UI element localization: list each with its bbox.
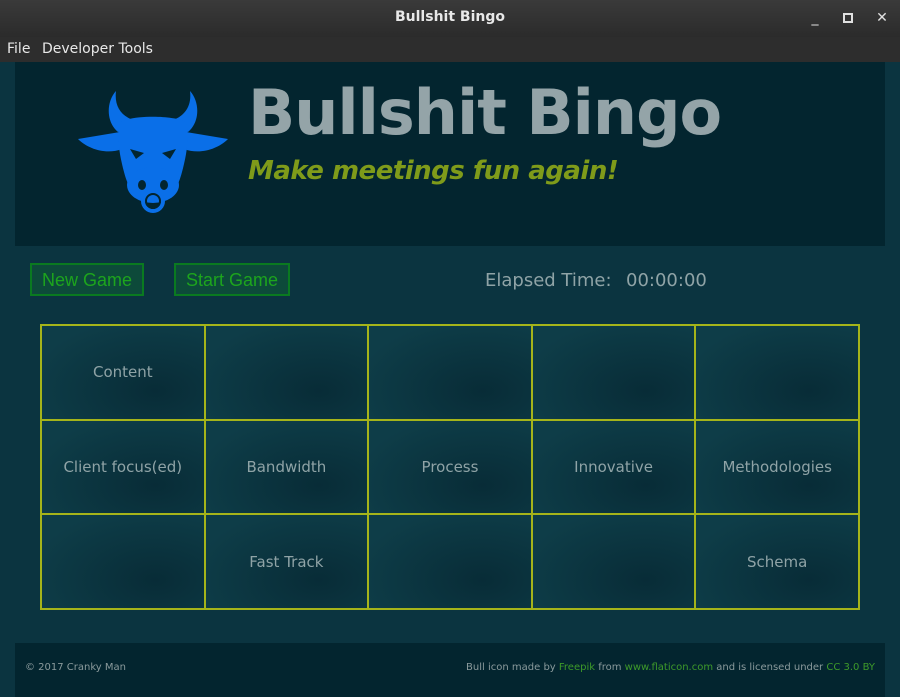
start-game-button[interactable]: Start Game: [174, 263, 290, 296]
app-title: Bullshit Bingo: [248, 76, 722, 149]
bull-icon: [78, 91, 228, 213]
app-footer: © 2017 Cranky Man Bull icon made by Free…: [15, 643, 885, 697]
bingo-cell[interactable]: Bandwidth: [204, 419, 369, 515]
bingo-cell[interactable]: Process: [368, 419, 532, 515]
bingo-cell[interactable]: [368, 325, 532, 420]
credit-license-text: and is licensed under: [713, 662, 827, 673]
bingo-cell[interactable]: [368, 514, 532, 609]
maximize-button[interactable]: [838, 8, 858, 28]
bingo-cell[interactable]: [41, 514, 205, 609]
icon-credits: Bull icon made by Freepik from www.flati…: [466, 662, 875, 673]
credit-from: from: [595, 662, 625, 673]
bingo-cell[interactable]: Innovative: [531, 419, 696, 515]
menu-file[interactable]: File: [7, 41, 30, 57]
menu-bar: File Developer Tools: [0, 37, 900, 62]
bingo-cell[interactable]: [695, 325, 859, 420]
license-link[interactable]: CC 3.0 BY: [826, 662, 875, 673]
maximize-icon: [843, 13, 853, 23]
new-game-button[interactable]: New Game: [30, 263, 144, 296]
bingo-cell[interactable]: Client focus(ed): [41, 419, 205, 515]
minimize-button[interactable]: _: [805, 8, 825, 28]
close-button[interactable]: ✕: [872, 8, 892, 28]
bingo-cell[interactable]: Schema: [695, 514, 859, 609]
window-titlebar: Bullshit Bingo _ ✕: [0, 0, 900, 37]
copyright-text: © 2017 Cranky Man: [25, 662, 126, 673]
bingo-cell[interactable]: Fast Track: [204, 514, 369, 609]
bingo-cell[interactable]: [204, 325, 369, 420]
bingo-cell[interactable]: [531, 514, 696, 609]
app-tagline: Make meetings fun again!: [248, 156, 619, 186]
elapsed-time-value: 00:00:00: [626, 270, 707, 291]
bingo-cell[interactable]: [531, 325, 696, 420]
menu-developer-tools[interactable]: Developer Tools: [42, 41, 153, 57]
elapsed-time-label: Elapsed Time:: [485, 270, 612, 291]
window-title: Bullshit Bingo: [395, 9, 505, 25]
credit-prefix: Bull icon made by: [466, 662, 559, 673]
flaticon-link[interactable]: www.flaticon.com: [625, 662, 713, 673]
freepik-link[interactable]: Freepik: [559, 662, 595, 673]
bingo-cell[interactable]: Methodologies: [695, 419, 859, 515]
bingo-board: Content Client focus(ed) Bandwidth Proce…: [40, 324, 860, 610]
bingo-cell[interactable]: Content: [41, 325, 205, 420]
app-header: Bullshit Bingo Make meetings fun again!: [15, 62, 885, 246]
